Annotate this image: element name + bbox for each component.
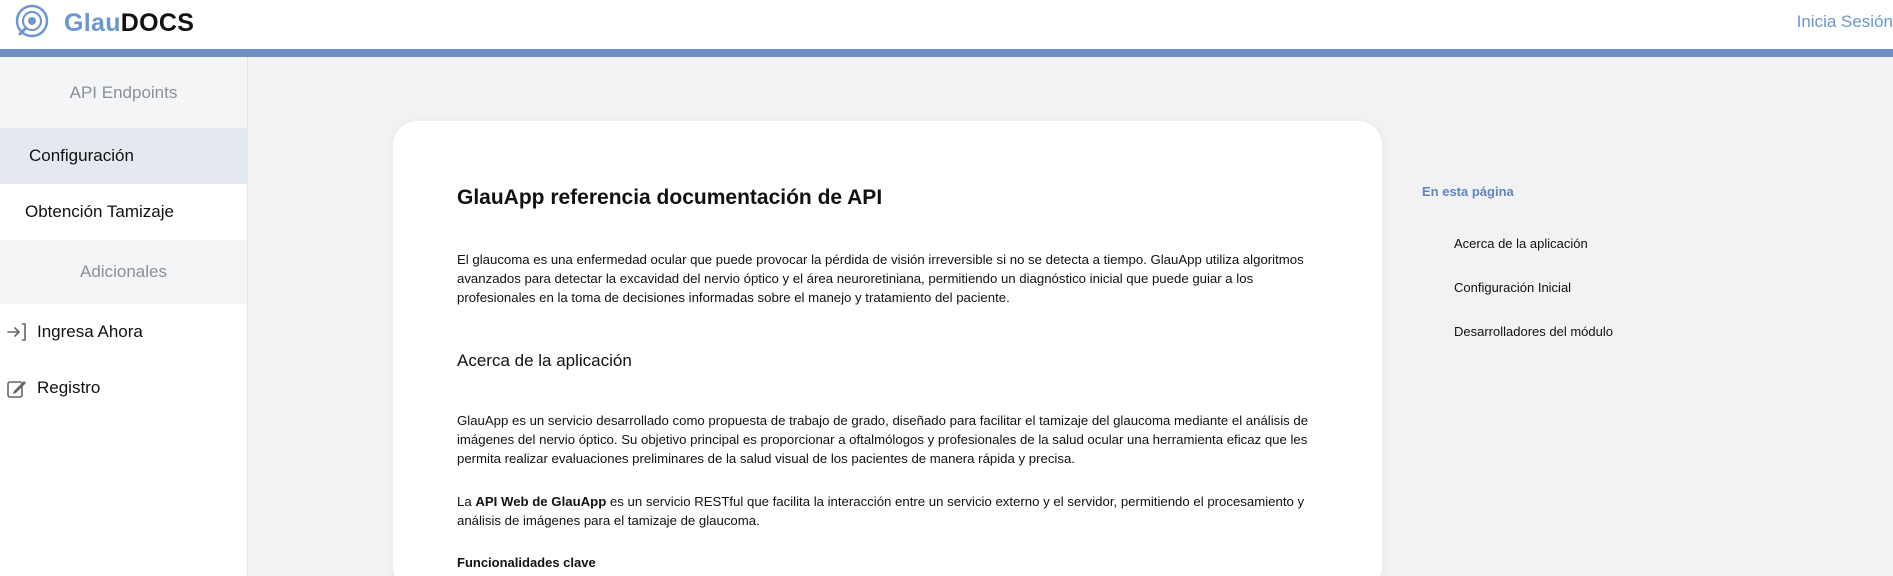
page-title: GlauApp referencia documentación de API xyxy=(457,186,883,209)
sidebar-link-registro[interactable]: Registro xyxy=(0,360,247,416)
about-paragraph: GlauApp es un servicio desarrollado como… xyxy=(457,413,1309,466)
section-heading-features: Funcionalidades clave xyxy=(457,555,596,570)
sidebar-section-adicionales: Adicionales xyxy=(0,240,247,304)
document-card: GlauApp referencia documentación de API … xyxy=(393,121,1382,576)
sidebar-link-label: Ingresa Ahora xyxy=(37,322,143,341)
toc-item-desarrolladores[interactable]: Desarrolladores del módulo xyxy=(1454,324,1674,368)
toc-item-acerca[interactable]: Acerca de la aplicación xyxy=(1454,236,1674,280)
sidebar-section-api-endpoints: API Endpoints xyxy=(0,57,247,128)
edit-form-icon xyxy=(6,377,28,399)
header-divider xyxy=(0,49,1893,57)
sign-in-icon xyxy=(6,321,28,343)
toc-title: En esta página xyxy=(1422,184,1514,199)
toc-item-configuracion-inicial[interactable]: Configuración Inicial xyxy=(1454,280,1674,324)
intro-paragraph: El glaucoma es una enfermedad ocular que… xyxy=(457,252,1304,305)
table-of-contents: En esta página Acerca de la aplicación C… xyxy=(1422,184,1613,339)
sidebar: API Endpoints Configuración Obtención Ta… xyxy=(0,57,248,576)
brand-logo[interactable]: GlauDOCS xyxy=(14,4,194,43)
top-navbar: GlauDOCS Inicia Sesión xyxy=(0,0,1893,49)
api-name-bold: API Web de GlauApp xyxy=(475,494,607,509)
api-paragraph: La API Web de GlauApp es un servicio RES… xyxy=(457,494,1305,528)
sidebar-item-configuracion[interactable]: Configuración xyxy=(0,128,247,184)
brand-name: GlauDOCS xyxy=(64,9,195,37)
sidebar-link-ingresa-ahora[interactable]: Ingresa Ahora xyxy=(0,304,247,360)
sidebar-link-label: Registro xyxy=(37,378,101,397)
login-link[interactable]: Inicia Sesión xyxy=(1797,12,1893,32)
eye-lens-icon xyxy=(14,4,50,43)
section-heading-about: Acerca de la aplicación xyxy=(457,351,632,370)
sidebar-item-obtencion-tamizaje[interactable]: Obtención Tamizaje xyxy=(0,184,247,240)
